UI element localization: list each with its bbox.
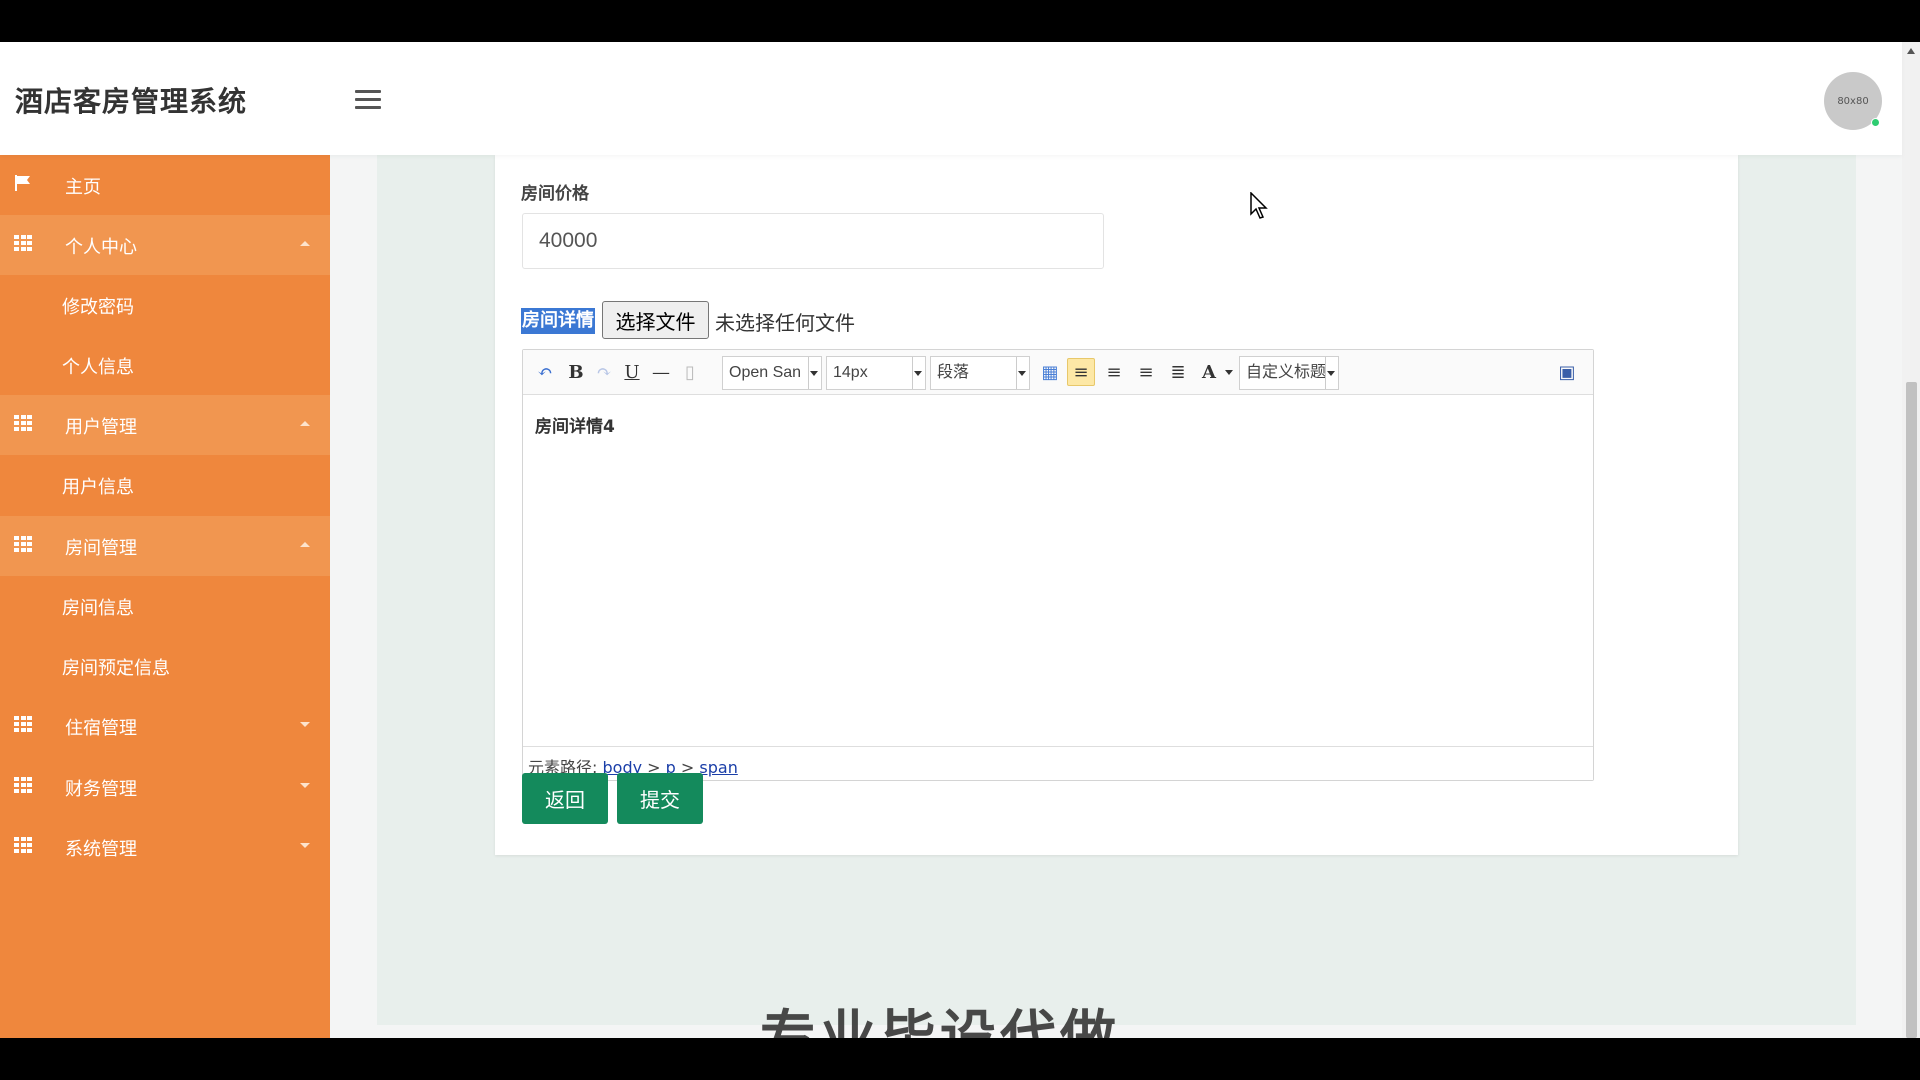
sidebar-item-label: 修改密码 xyxy=(62,297,134,318)
caret-down-icon xyxy=(300,722,310,727)
editor-content[interactable]: 房间详情4 xyxy=(535,412,615,437)
sidebar-item-label: 主页 xyxy=(65,177,101,198)
sidebar-item-personal-center[interactable]: 个人中心 xyxy=(0,215,330,275)
dropdown-arrow-icon xyxy=(1327,371,1335,376)
font-size-value: 14px xyxy=(833,364,868,381)
sidebar-item-label: 系统管理 xyxy=(65,839,137,860)
sidebar-item-room-info[interactable]: 房间信息 xyxy=(0,576,330,636)
grid-icon xyxy=(14,837,32,853)
sidebar-item-label: 住宿管理 xyxy=(65,718,137,739)
horizontal-rule-icon[interactable]: — xyxy=(647,358,675,386)
custom-heading-value: 自定义标题 xyxy=(1246,364,1327,381)
video-letterbox-bottom xyxy=(0,1038,1920,1080)
grid-icon xyxy=(14,415,32,431)
align-center-icon[interactable]: ≡ xyxy=(1132,358,1160,386)
caret-down-icon xyxy=(300,843,310,848)
rich-text-editor: ↶ B ↷ U — ▯ Open San 14px 段落 ▦ ≡ ≡ ≡ ≣ A… xyxy=(522,349,1594,781)
scroll-up-icon[interactable] xyxy=(1907,48,1915,54)
sidebar-item-label: 房间预定信息 xyxy=(62,658,170,679)
bold-icon[interactable]: B xyxy=(562,358,590,386)
sidebar-item-label: 个人中心 xyxy=(65,237,137,258)
grid-icon xyxy=(14,536,32,552)
sidebar-item-label: 房间信息 xyxy=(62,598,134,619)
sidebar-item-personal-info[interactable]: 个人信息 xyxy=(0,335,330,395)
editor-toolbar: ↶ B ↷ U — ▯ Open San 14px 段落 ▦ ≡ ≡ ≡ ≣ A… xyxy=(523,350,1593,395)
font-family-value: Open San xyxy=(729,364,802,381)
sidebar-item-room-management[interactable]: 房间管理 xyxy=(0,516,330,576)
underline-icon[interactable]: U xyxy=(618,358,646,386)
price-label: 房间价格 xyxy=(521,184,589,204)
watermark-text: 专业毕设代做 xyxy=(760,1005,1120,1038)
sidebar: 主页 个人中心 修改密码 个人信息 用户管理 用户信息 房间管理 房间信息 房间… xyxy=(0,155,330,1038)
sidebar-item-system-management[interactable]: 系统管理 xyxy=(0,817,330,877)
redo-icon[interactable]: ↷ xyxy=(590,358,618,386)
mouse-cursor-icon xyxy=(1250,192,1268,219)
paragraph-format-select[interactable]: 段落 xyxy=(930,356,1030,390)
grid-icon xyxy=(14,716,32,732)
sidebar-item-label: 用户管理 xyxy=(65,417,137,438)
grid-icon xyxy=(14,777,32,793)
custom-heading-select[interactable]: 自定义标题 xyxy=(1239,356,1339,390)
back-button[interactable]: 返回 xyxy=(522,773,608,824)
app-title: 酒店客房管理系统 xyxy=(15,85,248,118)
font-family-select[interactable]: Open San xyxy=(722,356,822,390)
video-letterbox-top xyxy=(0,0,1920,42)
sidebar-item-label: 房间管理 xyxy=(65,538,137,559)
sidebar-item-label: 财务管理 xyxy=(65,779,137,800)
flag-icon xyxy=(15,175,30,191)
sidebar-item-room-booking[interactable]: 房间预定信息 xyxy=(0,636,330,696)
choose-file-button[interactable]: 选择文件 xyxy=(602,301,709,339)
grid-icon xyxy=(14,235,32,251)
new-document-icon[interactable]: ▯ xyxy=(676,358,704,386)
caret-up-icon xyxy=(300,542,310,547)
price-input[interactable] xyxy=(522,213,1104,269)
caret-down-icon xyxy=(300,783,310,788)
sidebar-item-label: 用户信息 xyxy=(62,477,134,498)
sidebar-item-home[interactable]: 主页 xyxy=(0,155,330,215)
scrollbar-thumb[interactable] xyxy=(1906,382,1917,1038)
file-status-text: 未选择任何文件 xyxy=(715,311,855,335)
app-screen: 酒店客房管理系统 80x80 主页 个人中心 修改密码 个人信息 用户管理 用户… xyxy=(0,42,1920,1038)
top-header: 酒店客房管理系统 80x80 xyxy=(0,42,1902,155)
caret-up-icon xyxy=(300,241,310,246)
online-status-dot xyxy=(1871,118,1880,127)
sidebar-item-finance-management[interactable]: 财务管理 xyxy=(0,757,330,817)
path-link-span[interactable]: span xyxy=(699,758,737,777)
page-scrollbar[interactable] xyxy=(1902,42,1920,1038)
detail-label: 房间详情 xyxy=(521,308,595,334)
dropdown-arrow-icon xyxy=(914,371,922,376)
font-color-dropdown-icon[interactable] xyxy=(1225,370,1233,375)
dropdown-arrow-icon xyxy=(1018,371,1026,376)
align-left-icon[interactable]: ≡ xyxy=(1067,358,1095,386)
sidebar-item-label: 个人信息 xyxy=(62,357,134,378)
menu-toggle-icon[interactable] xyxy=(355,90,381,110)
fullscreen-icon[interactable]: ▣ xyxy=(1553,358,1581,386)
undo-icon[interactable]: ↶ xyxy=(531,358,559,386)
sidebar-item-user-management[interactable]: 用户管理 xyxy=(0,395,330,455)
dropdown-arrow-icon xyxy=(810,371,818,376)
paragraph-format-value: 段落 xyxy=(937,364,970,381)
font-size-select[interactable]: 14px xyxy=(826,356,926,390)
align-right-icon[interactable]: ≡ xyxy=(1100,358,1128,386)
sidebar-item-lodging-management[interactable]: 住宿管理 xyxy=(0,696,330,756)
sidebar-item-user-info[interactable]: 用户信息 xyxy=(0,455,330,515)
table-icon[interactable]: ▦ xyxy=(1036,358,1064,386)
align-justify-icon[interactable]: ≣ xyxy=(1164,358,1192,386)
sidebar-item-change-password[interactable]: 修改密码 xyxy=(0,275,330,335)
caret-up-icon xyxy=(300,421,310,426)
submit-button[interactable]: 提交 xyxy=(617,773,703,824)
font-color-icon[interactable]: A xyxy=(1195,358,1223,386)
